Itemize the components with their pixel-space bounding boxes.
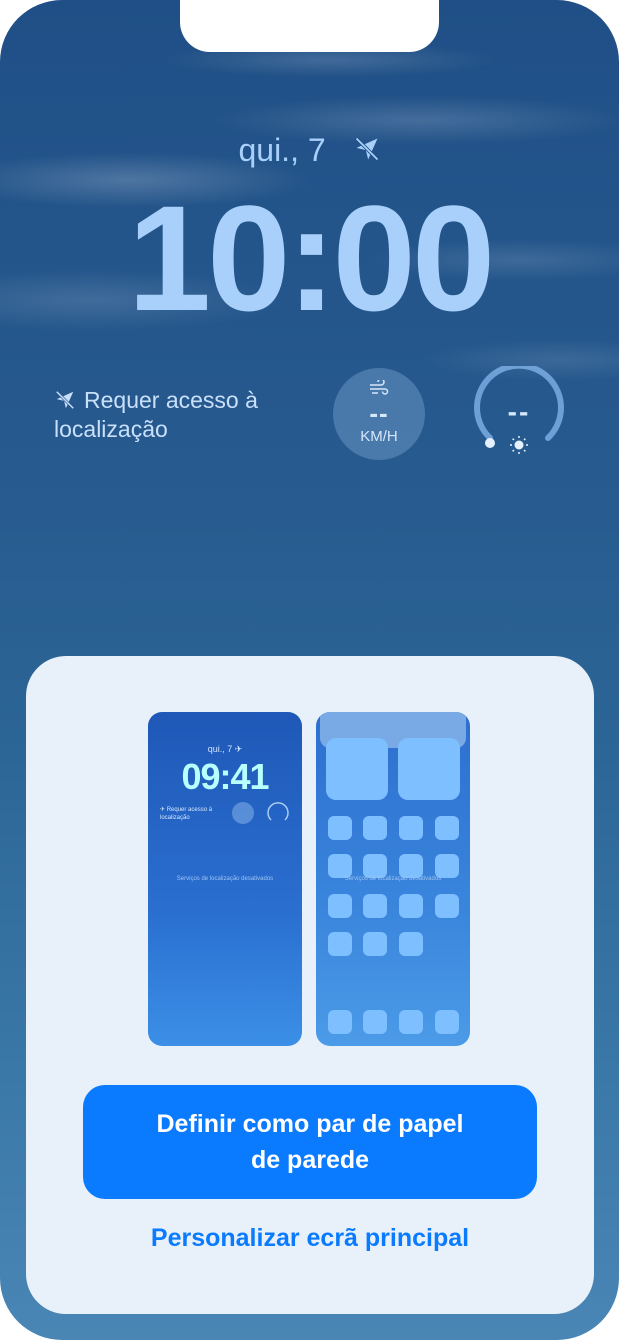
preview-app-icon: [328, 932, 352, 956]
location-widget-text: Requer acesso à localização: [54, 387, 258, 442]
preview-dock-icon: [399, 1010, 423, 1034]
preview-widget: [326, 738, 388, 800]
preview-lock-time: 09:41: [181, 756, 269, 797]
preview-app-icon: [399, 894, 423, 918]
wind-value: --: [369, 398, 389, 428]
wind-unit: KM/H: [360, 428, 398, 445]
preview-widget: [398, 738, 460, 800]
wind-icon: [370, 380, 389, 395]
location-disabled-icon: ✈: [160, 807, 167, 813]
preview-app-icon: [399, 932, 423, 956]
wallpaper-pair-sheet: qui., 7 ✈ 09:41 ✈ Requer acesso à locali…: [26, 656, 594, 1314]
uv-value: --: [507, 396, 531, 427]
location-disabled-icon: [55, 390, 75, 410]
lock-date: qui., 7: [238, 132, 326, 168]
location-disabled-icon: [354, 137, 379, 161]
lock-screen-wallpaper: qui., 7 10:00 Requer acesso à localizaçã…: [0, 0, 619, 1340]
preview-dock-icon: [328, 1010, 352, 1034]
preview-lock-date: qui., 7 ✈: [207, 744, 243, 754]
preview-app-icon: [435, 816, 459, 840]
location-widget[interactable]: Requer acesso à localização: [54, 386, 304, 444]
preview-dock-icon: [435, 1010, 459, 1034]
sun-icon: [510, 436, 528, 454]
lock-screen-preview[interactable]: qui., 7 ✈ 09:41 ✈ Requer acesso à locali…: [148, 712, 302, 1046]
uv-widget[interactable]: --: [470, 362, 568, 464]
lock-date-row: qui., 7: [0, 132, 619, 169]
preview-app-icon: [399, 854, 423, 878]
customize-home-screen-button[interactable]: Personalizar ecrã principal: [26, 1224, 594, 1253]
preview-app-icon: [328, 854, 352, 878]
set-wallpaper-pair-button[interactable]: Definir como par de papel de parede: [83, 1085, 537, 1199]
home-screen-preview[interactable]: Serviços de localização desativados: [316, 712, 470, 1046]
preview-wind-widget: [232, 802, 254, 824]
wind-widget[interactable]: -- KM/H: [333, 368, 425, 460]
preview-app-icon: [328, 894, 352, 918]
location-disabled-icon: ✈: [234, 744, 243, 754]
lock-time: 10:00: [127, 174, 496, 342]
preview-app-icon: [363, 816, 387, 840]
preview-app-icon: [363, 894, 387, 918]
preview-app-icon: [435, 854, 459, 878]
preview-services-text: Serviços de localização desativados: [344, 876, 442, 882]
preview-app-icon: [399, 816, 423, 840]
preview-app-icon: [363, 932, 387, 956]
preview-app-icon: [363, 854, 387, 878]
preview-dock-icon: [363, 1010, 387, 1034]
preview-location-text: ✈ Requer acesso à localização: [160, 807, 213, 821]
preview-uv-widget: [267, 802, 289, 821]
preview-app-icon: [435, 894, 459, 918]
preview-services-text: Serviços de localização desativados: [176, 876, 274, 882]
device-notch: [180, 0, 439, 52]
preview-app-icon: [328, 816, 352, 840]
